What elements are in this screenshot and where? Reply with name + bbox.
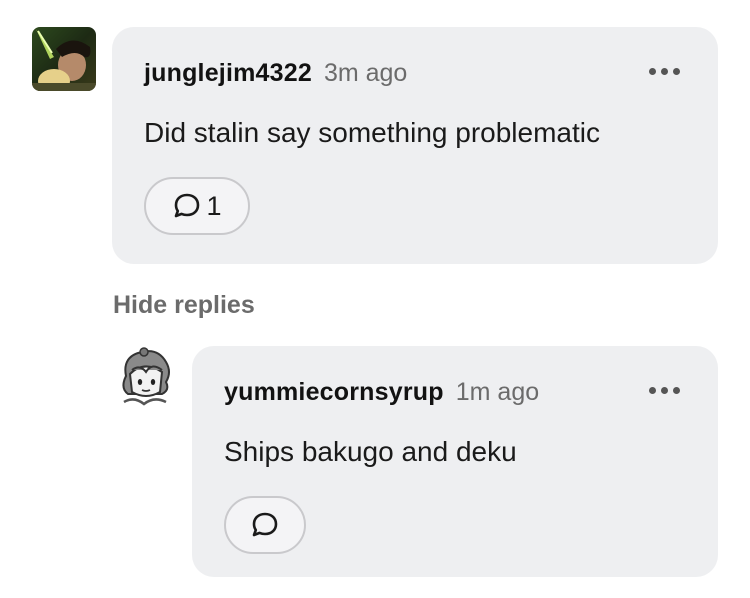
reply-avatar[interactable] <box>114 346 176 410</box>
comment-meta: junglejim4322 3m ago <box>144 59 407 88</box>
reply-meta: yummiecornsyrup 1m ago <box>224 378 539 407</box>
speech-bubble-icon <box>252 512 278 537</box>
reply-text: Ships bakugo and deku <box>224 436 517 467</box>
reply-button[interactable]: 1 <box>144 177 250 235</box>
more-options-icon[interactable] <box>649 68 680 75</box>
more-options-icon[interactable] <box>649 387 680 394</box>
user-drawing-icon <box>114 346 176 410</box>
reply-button[interactable] <box>224 496 306 554</box>
reply-bubble: yummiecornsyrup 1m ago Ships bakugo and … <box>192 346 718 577</box>
reply-count: 1 <box>206 190 222 221</box>
comment-text: Did stalin say something problematic <box>144 117 600 148</box>
speech-bubble-icon <box>175 193 200 218</box>
username[interactable]: yummiecornsyrup <box>224 378 444 407</box>
avatar[interactable] <box>32 27 96 91</box>
user-photo-icon <box>32 27 96 91</box>
username[interactable]: junglejim4322 <box>144 59 312 88</box>
comment-thread: junglejim4322 3m ago Did stalin say some… <box>0 0 750 598</box>
timestamp: 3m ago <box>323 59 408 87</box>
comment-bubble: junglejim4322 3m ago Did stalin say some… <box>112 27 718 264</box>
hide-replies-link[interactable]: Hide replies <box>113 291 255 320</box>
timestamp: 1m ago <box>455 378 540 406</box>
